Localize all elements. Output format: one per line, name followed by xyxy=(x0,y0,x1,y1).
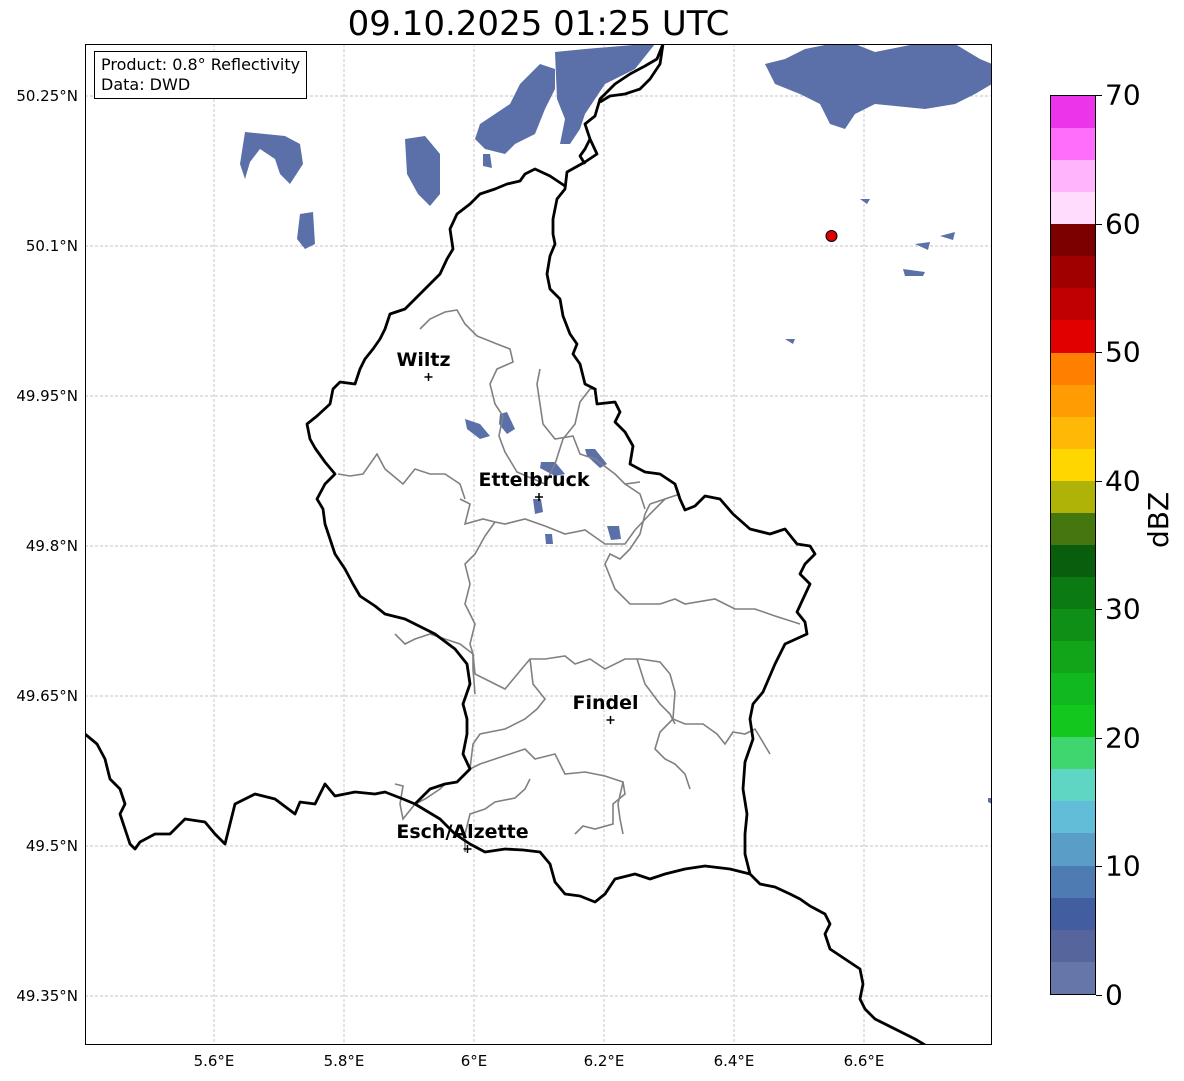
colorbar-segment xyxy=(1051,897,1095,930)
lon-tick-label: 6.2°E xyxy=(583,1052,625,1070)
colorbar-label: dBZ xyxy=(1142,491,1175,548)
colorbar-segment xyxy=(1051,224,1095,257)
lat-tick-label: 50.25°N xyxy=(16,87,78,105)
colorbar-segment xyxy=(1051,160,1095,193)
graticule xyxy=(85,44,992,1045)
map-canvas[interactable] xyxy=(85,44,992,1045)
colorbar-segment xyxy=(1051,833,1095,866)
colorbar-segment xyxy=(1051,256,1095,289)
colorbar-tick-label: 70 xyxy=(1105,78,1141,112)
colorbar-tick-label: 10 xyxy=(1105,849,1141,883)
lon-tick-label: 5.6°E xyxy=(193,1052,235,1070)
colorbar-segment xyxy=(1051,352,1095,385)
colorbar-segment xyxy=(1051,929,1095,962)
colorbar-tick-label: 40 xyxy=(1105,464,1141,498)
colorbar-tick-mark xyxy=(1096,352,1102,354)
colorbar-segment xyxy=(1051,609,1095,642)
map-area[interactable] xyxy=(85,44,992,1045)
product-text: Product: 0.8° Reflectivity xyxy=(101,55,301,74)
colorbar-segment xyxy=(1051,737,1095,770)
lat-tick-label: 49.65°N xyxy=(16,687,78,705)
colorbar-tick-label: 0 xyxy=(1105,978,1123,1012)
lon-tick-label: 5.8°E xyxy=(323,1052,365,1070)
city-marker xyxy=(606,716,615,724)
city-label: Esch/Alzette xyxy=(396,821,529,843)
colorbar-tick-label: 20 xyxy=(1105,721,1141,755)
lat-tick-label: 49.35°N xyxy=(16,987,78,1005)
colorbar-tick-mark xyxy=(1096,223,1102,225)
colorbar-segment xyxy=(1051,480,1095,513)
lon-tick-label: 6.4°E xyxy=(713,1052,755,1070)
colorbar-segment xyxy=(1051,641,1095,674)
city-marker xyxy=(424,373,433,381)
lon-tick-label: 6°E xyxy=(460,1052,488,1070)
lat-tick-label: 49.5°N xyxy=(25,837,78,855)
colorbar-segment xyxy=(1051,448,1095,481)
colorbar-tick-mark xyxy=(1096,609,1102,611)
colorbar-tick-mark xyxy=(1096,480,1102,482)
colorbar-segment xyxy=(1051,512,1095,545)
colorbar-segment xyxy=(1051,961,1095,994)
lon-tick-label: 6.6°E xyxy=(843,1052,885,1070)
country-borders xyxy=(85,44,926,1045)
colorbar-tick-mark xyxy=(1096,995,1102,996)
city-label: Wiltz xyxy=(396,349,451,371)
colorbar-segment xyxy=(1051,96,1095,129)
lat-tick-label: 50.1°N xyxy=(25,237,78,255)
colorbar-tick-mark xyxy=(1096,866,1102,868)
colorbar-tick-mark xyxy=(1096,737,1102,739)
colorbar-segment xyxy=(1051,288,1095,321)
canton-borders xyxy=(337,309,801,852)
colorbar-segment xyxy=(1051,769,1095,802)
colorbar-segment xyxy=(1051,128,1095,161)
colorbar-segment xyxy=(1051,416,1095,449)
colorbar-segment xyxy=(1051,865,1095,898)
colorbar-segment xyxy=(1051,576,1095,609)
colorbar-segment xyxy=(1051,384,1095,417)
colorbar-segment xyxy=(1051,801,1095,834)
colorbar-tick-label: 30 xyxy=(1105,592,1141,626)
city-markers xyxy=(424,373,615,853)
colorbar-segment xyxy=(1051,192,1095,225)
radar-site-marker[interactable] xyxy=(825,230,838,242)
colorbar-segment xyxy=(1051,544,1095,577)
map-title: 09.10.2025 01:25 UTC xyxy=(347,4,730,44)
lat-tick-label: 49.8°N xyxy=(25,537,78,555)
colorbar-segment xyxy=(1051,705,1095,738)
colorbar-tick-label: 60 xyxy=(1105,207,1141,241)
map-border xyxy=(85,44,992,1045)
colorbar-segment xyxy=(1051,320,1095,353)
data-source-text: Data: DWD xyxy=(101,75,191,94)
city-label: Ettelbruck xyxy=(478,469,590,491)
product-info-box: Product: 0.8° Reflectivity Data: DWD xyxy=(94,51,308,99)
city-label: Findel xyxy=(572,692,639,714)
colorbar-segment xyxy=(1051,673,1095,706)
colorbar-tick-mark xyxy=(1096,95,1102,96)
colorbar-tick-label: 50 xyxy=(1105,335,1141,369)
lat-tick-label: 49.95°N xyxy=(16,387,78,405)
colorbar xyxy=(1050,95,1096,995)
